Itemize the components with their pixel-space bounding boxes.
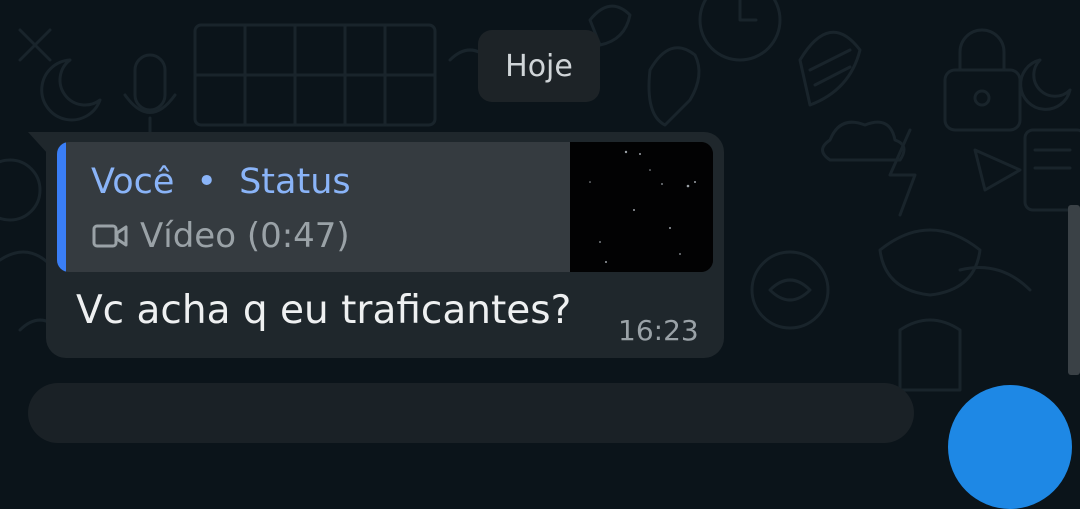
quote-source: Status [239,162,351,202]
quote-author: Você [91,162,175,202]
quoted-status-reply[interactable]: Você • Status Vídeo (0:47) [57,142,713,272]
quote-header: Você • Status [91,162,351,202]
quote-accent-bar [57,142,66,272]
date-separator-label: Hoje [505,48,573,84]
status-video-thumbnail [570,142,713,272]
message-timestamp: 16:23 [618,314,699,347]
next-message-bubble[interactable] [28,383,914,443]
quote-separator: • [196,162,218,202]
quote-media-label: Vídeo (0:47) [140,216,350,256]
quote-media-info: Vídeo (0:47) [92,216,350,256]
bubble-tail [28,132,48,154]
scrollbar-thumb[interactable] [1068,205,1080,375]
date-separator: Hoje [478,30,600,102]
action-button[interactable] [948,385,1072,509]
video-camera-icon [92,224,128,248]
message-text: Vc acha q eu traficantes? [76,288,572,333]
